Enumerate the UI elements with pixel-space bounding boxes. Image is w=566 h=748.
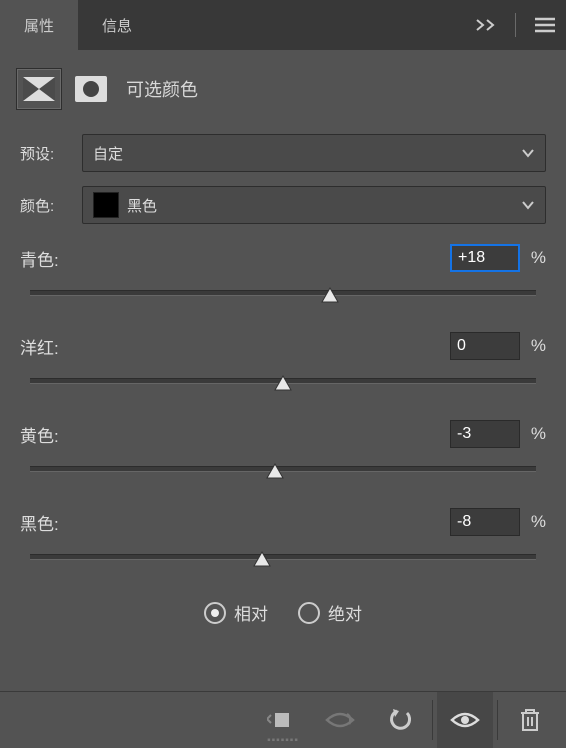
cyan-thumb[interactable] <box>320 286 340 304</box>
adjustment-title: 可选颜色 <box>126 76 198 102</box>
menu-icon[interactable] <box>534 17 556 33</box>
tab-bar: 属性 信息 <box>0 0 566 50</box>
percent-sign: % <box>520 512 546 532</box>
magenta-label: 洋红: <box>20 334 450 359</box>
view-previous-button[interactable] <box>312 692 368 748</box>
cyan-track[interactable] <box>20 278 546 312</box>
properties-panel: 属性 信息 可选颜色 <box>0 0 566 748</box>
radio-absolute[interactable]: 绝对 <box>298 600 362 625</box>
black-input[interactable] <box>450 508 520 536</box>
form: 预设: 自定 颜色: 黑色 青色: % <box>0 120 566 625</box>
slider-magenta: 洋红: % <box>20 332 546 400</box>
adjustment-header: 可选颜色 <box>0 50 566 120</box>
color-select[interactable]: 黑色 <box>82 186 546 224</box>
divider <box>515 13 516 37</box>
black-label: 黑色: <box>20 510 450 535</box>
selective-color-icon[interactable] <box>16 68 62 110</box>
collapse-icon[interactable] <box>475 18 497 32</box>
divider <box>497 700 498 740</box>
cyan-label: 青色: <box>20 246 450 271</box>
divider <box>432 700 433 740</box>
yellow-thumb[interactable] <box>265 462 285 480</box>
slider-black: 黑色: % <box>20 508 546 576</box>
percent-sign: % <box>520 424 546 444</box>
reset-button[interactable] <box>372 692 428 748</box>
yellow-track[interactable] <box>20 454 546 488</box>
color-swatch <box>93 192 119 218</box>
color-label: 颜色: <box>20 195 72 216</box>
cyan-input[interactable] <box>450 244 520 272</box>
tab-properties[interactable]: 属性 <box>0 0 78 50</box>
percent-sign: % <box>520 336 546 356</box>
delete-button[interactable] <box>502 692 558 748</box>
percent-sign: % <box>520 248 546 268</box>
chevron-down-icon <box>521 148 535 158</box>
black-thumb[interactable] <box>252 550 272 568</box>
black-track[interactable] <box>20 542 546 576</box>
toggle-visibility-button[interactable] <box>437 692 493 748</box>
magenta-track[interactable] <box>20 366 546 400</box>
preset-value: 自定 <box>93 143 123 164</box>
slider-cyan: 青色: % <box>20 244 546 312</box>
preset-select[interactable]: 自定 <box>82 134 546 172</box>
chevron-down-icon <box>521 200 535 210</box>
slider-yellow: 黄色: % <box>20 420 546 488</box>
layer-mask-icon[interactable] <box>72 70 110 108</box>
method-radios: 相对 绝对 <box>20 600 546 625</box>
radio-relative-label: 相对 <box>234 600 268 625</box>
resize-grip-icon[interactable]: ▪▪▪▪▪▪▪ <box>267 735 299 746</box>
yellow-input[interactable] <box>450 420 520 448</box>
radio-relative[interactable]: 相对 <box>204 600 268 625</box>
preset-label: 预设: <box>20 143 72 164</box>
radio-absolute-label: 绝对 <box>328 600 362 625</box>
color-value: 黑色 <box>127 195 157 216</box>
magenta-thumb[interactable] <box>273 374 293 392</box>
tab-info[interactable]: 信息 <box>78 0 156 50</box>
magenta-input[interactable] <box>450 332 520 360</box>
yellow-label: 黄色: <box>20 422 450 447</box>
